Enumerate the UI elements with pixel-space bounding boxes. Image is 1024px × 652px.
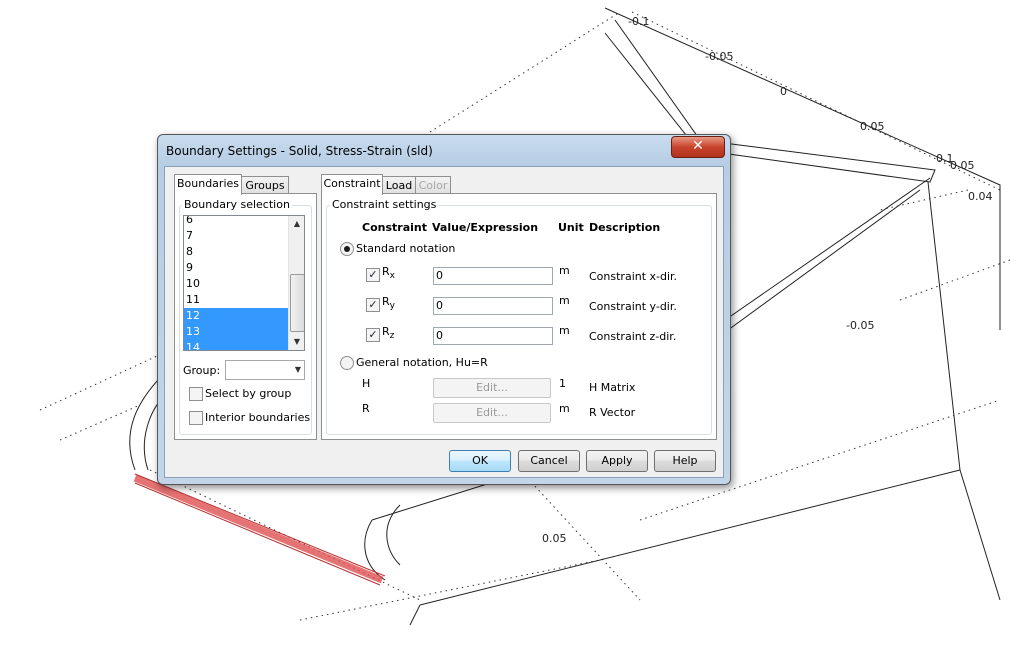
h-description: H Matrix bbox=[589, 381, 636, 394]
r-edit-button: Edit... bbox=[433, 403, 551, 423]
tab-label: Color bbox=[418, 179, 448, 192]
column-header-description: Description bbox=[589, 221, 661, 234]
interior-boundaries-checkbox[interactable] bbox=[189, 411, 203, 425]
rx-checkbox[interactable]: ✓ bbox=[366, 268, 380, 282]
tab-boundaries[interactable]: Boundaries bbox=[174, 174, 242, 195]
r-unit: m bbox=[559, 402, 570, 415]
scroll-down-icon[interactable]: ▼ bbox=[289, 334, 304, 350]
h-unit: 1 bbox=[559, 377, 566, 390]
boundary-selection-label: Boundary selection bbox=[182, 198, 292, 211]
boundary-list-scrollbar[interactable]: ▲ ▼ bbox=[288, 216, 304, 350]
boundary-list-item[interactable]: 6 bbox=[184, 216, 288, 228]
column-header-unit: Unit bbox=[558, 221, 584, 234]
scroll-up-icon[interactable]: ▲ bbox=[289, 216, 304, 232]
rx-description: Constraint x-dir. bbox=[589, 270, 678, 283]
constraint-panel: Constraint settings Constraint Value/Exp… bbox=[321, 193, 717, 440]
ry-value-input[interactable]: 0 bbox=[433, 297, 553, 315]
apply-button[interactable]: Apply bbox=[586, 450, 648, 472]
dialog-body: Boundaries Groups Boundary selection 678… bbox=[164, 166, 724, 478]
boundary-list-item[interactable]: 7 bbox=[184, 228, 288, 244]
rz-unit: m bbox=[559, 324, 570, 337]
column-header-value: Value/Expression bbox=[432, 221, 539, 234]
standard-notation-radio[interactable] bbox=[340, 242, 354, 256]
help-button[interactable]: Help bbox=[654, 450, 716, 472]
general-notation-label: General notation, Hu=R bbox=[356, 356, 488, 369]
axis-tick-label: 0 bbox=[780, 85, 787, 98]
boundary-list-item[interactable]: 14 bbox=[184, 340, 288, 350]
boundary-list-item[interactable]: 13 bbox=[184, 324, 288, 340]
group-label: Group: bbox=[183, 364, 221, 377]
ry-label: Ry bbox=[382, 295, 395, 312]
boundary-settings-dialog: Boundary Settings - Solid, Stress-Strain… bbox=[157, 134, 731, 485]
h-label: H bbox=[362, 377, 371, 390]
boundary-list[interactable]: 6 7 8 9 10 11 12 13 14 ▲ ▼ bbox=[183, 215, 305, 351]
ok-button[interactable]: OK bbox=[449, 450, 511, 472]
select-by-group-checkbox[interactable] bbox=[189, 387, 203, 401]
h-edit-button: Edit... bbox=[433, 378, 551, 398]
tab-constraint[interactable]: Constraint bbox=[321, 174, 383, 195]
boundary-list-item[interactable]: 11 bbox=[184, 292, 288, 308]
scroll-thumb[interactable] bbox=[290, 274, 304, 332]
axis-tick-label: -0.1 bbox=[628, 15, 649, 28]
interior-boundaries-label: Interior boundaries bbox=[205, 411, 311, 424]
constraint-settings-label: Constraint settings bbox=[330, 198, 439, 211]
dialog-titlebar[interactable]: Boundary Settings - Solid, Stress-Strain… bbox=[158, 135, 730, 167]
standard-notation-label: Standard notation bbox=[356, 242, 456, 255]
tab-label: Boundaries bbox=[176, 177, 240, 190]
rx-unit: m bbox=[559, 264, 570, 277]
axis-tick-label: 0.05 bbox=[950, 159, 975, 172]
axis-tick-label: 0.05 bbox=[860, 120, 885, 133]
r-description: R Vector bbox=[589, 406, 636, 419]
dialog-title: Boundary Settings - Solid, Stress-Strain… bbox=[166, 144, 433, 158]
column-header-constraint: Constraint bbox=[362, 221, 427, 234]
chevron-down-icon: ▼ bbox=[294, 365, 301, 374]
boundary-list-item[interactable]: 8 bbox=[184, 244, 288, 260]
selected-boundary-edge bbox=[133, 473, 386, 586]
ry-description: Constraint y-dir. bbox=[589, 300, 677, 313]
axis-tick-label: 0.05 bbox=[542, 532, 567, 545]
rz-value-input[interactable]: 0 bbox=[433, 327, 553, 345]
axis-tick-label: -0.05 bbox=[846, 319, 874, 332]
rx-label: Rx bbox=[382, 265, 395, 282]
close-icon: ✕ bbox=[692, 138, 704, 154]
rz-checkbox[interactable]: ✓ bbox=[366, 328, 380, 342]
axis-tick-label: -0.05 bbox=[705, 50, 733, 63]
constraint-settings-group bbox=[326, 205, 712, 435]
boundaries-panel: Boundary selection 6 7 8 9 10 11 12 13 14 ▲ ▼ Gr… bbox=[174, 193, 317, 440]
select-by-group-label: Select by group bbox=[205, 387, 292, 400]
ry-unit: m bbox=[559, 294, 570, 307]
general-notation-radio[interactable] bbox=[340, 356, 354, 370]
ry-checkbox[interactable]: ✓ bbox=[366, 298, 380, 312]
close-button[interactable]: ✕ bbox=[671, 136, 725, 158]
boundary-list-item[interactable]: 10 bbox=[184, 276, 288, 292]
rz-label: Rz bbox=[382, 325, 395, 342]
tab-label: Groups bbox=[245, 179, 285, 192]
cancel-button[interactable]: Cancel bbox=[518, 450, 580, 472]
tab-label: Constraint bbox=[323, 177, 381, 190]
rz-description: Constraint z-dir. bbox=[589, 330, 677, 343]
boundary-list-item[interactable]: 12 bbox=[184, 308, 288, 324]
tab-label: Load bbox=[385, 179, 413, 192]
axis-tick-label: 0.04 bbox=[968, 190, 993, 203]
rx-value-input[interactable]: 0 bbox=[433, 267, 553, 285]
r-label: R bbox=[362, 402, 370, 415]
boundary-list-item[interactable]: 9 bbox=[184, 260, 288, 276]
group-select[interactable]: ▼ bbox=[225, 360, 305, 380]
